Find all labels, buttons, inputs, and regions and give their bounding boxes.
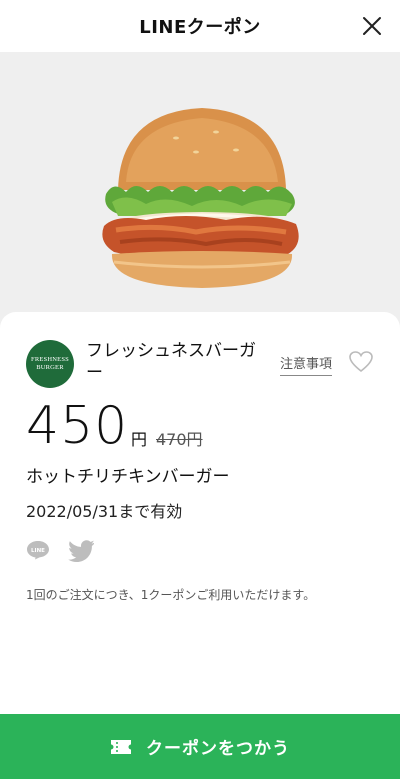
shop-name: フレッシュネスバーガー	[86, 341, 256, 383]
line-icon[interactable]: LINE	[26, 540, 50, 560]
coupon-card: FRESHNESS BURGER フレッシュネスバーガー 注意事項 450 円 …	[0, 312, 400, 714]
valid-until: 2022/05/31まで有効	[26, 502, 183, 521]
coupon-screen: LINEクーポン FRESHNESS BURGER フレッシュネスバーガー 注意…	[0, 0, 400, 779]
svg-text:LINE: LINE	[31, 548, 45, 554]
shop-logo-text-2: BURGER	[36, 364, 64, 371]
page-title: LINEクーポン	[139, 17, 261, 38]
use-coupon-label: クーポンをつかう	[146, 739, 290, 759]
favorite-button[interactable]	[348, 350, 374, 374]
heart-icon	[349, 351, 373, 373]
header: LINEクーポン	[0, 0, 400, 52]
price-row: 450 円 470円	[26, 398, 366, 454]
use-coupon-button[interactable]: クーポンをつかう	[0, 714, 400, 779]
close-button[interactable]	[358, 12, 386, 40]
ticket-icon	[111, 739, 131, 754]
burger-image	[102, 108, 299, 288]
share-row: LINE	[26, 538, 106, 562]
product-name: ホットチリチキンバーガー	[26, 467, 230, 487]
twitter-icon[interactable]	[68, 540, 94, 562]
original-price: 470円	[156, 430, 203, 449]
coupon-image	[0, 52, 400, 332]
shop-logo: FRESHNESS BURGER	[26, 340, 74, 388]
notice-link[interactable]: 注意事項	[280, 353, 333, 376]
price-unit: 円	[131, 430, 148, 449]
shop-logo-text-1: FRESHNESS	[31, 356, 69, 363]
usage-note: 1回のご注文につき、1クーポンご利用いただけます。	[26, 588, 316, 602]
discount-price: 450	[26, 396, 129, 456]
shop-row: FRESHNESS BURGER フレッシュネスバーガー 注意事項	[26, 340, 376, 388]
close-icon	[363, 17, 381, 35]
